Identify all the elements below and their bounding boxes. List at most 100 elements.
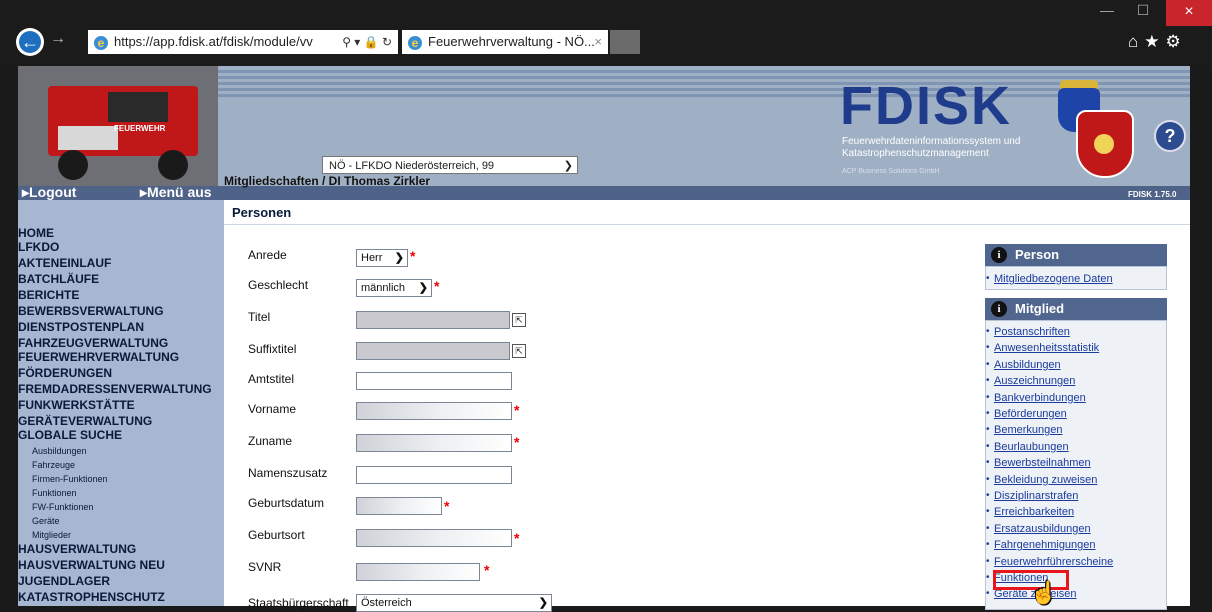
forward-button[interactable]: → [50, 30, 66, 48]
person-panel-title: Person [1015, 247, 1060, 262]
sidebar-item-fahrzeugverwaltung[interactable]: FAHRZEUGVERWALTUNG [18, 336, 168, 350]
sidebar-subitem-ausbildungen[interactable]: Ausbildungen [32, 446, 87, 456]
link-beurlaubungen[interactable]: Beurlaubungen [994, 441, 1069, 453]
geschlecht-select[interactable]: männlich ❯ [356, 279, 432, 297]
logout-button[interactable]: ▸Logout [22, 184, 76, 201]
acp-label: ACP Business Solutions GmbH [842, 168, 940, 175]
window-close-button[interactable]: × [1166, 0, 1212, 26]
link-beförderungen[interactable]: Beförderungen [994, 408, 1067, 420]
subtitle-line2: Katastrophenschutzmanagement [842, 148, 989, 159]
link-mitgliedbezogene-daten[interactable]: Mitgliedbezogene Daten [994, 273, 1113, 285]
new-tab-button[interactable] [610, 30, 640, 54]
menu-toggle-button[interactable]: ▸Menü aus [140, 184, 212, 201]
bullet: • [986, 392, 990, 403]
required-marker: * [514, 530, 520, 546]
bullet: • [986, 490, 990, 501]
page-title: Personen [232, 205, 292, 220]
ie-tab-icon: e [408, 35, 422, 50]
link-auszeichnungen[interactable]: Auszeichnungen [994, 375, 1075, 387]
staatsbuergerschaft-select[interactable]: Österreich ❯ [356, 594, 552, 612]
bullet: • [986, 342, 990, 353]
link-feuerwehrführerscheine[interactable]: Feuerwehrführerscheine [994, 556, 1113, 568]
label-anrede: Anrede [248, 248, 287, 262]
sidebar-item-akteneinlauf[interactable]: AKTENEINLAUF [18, 256, 111, 270]
info-icon: i [991, 247, 1007, 263]
sidebar-subitem-geraete[interactable]: Geräte [32, 516, 60, 526]
sidebar-item-berichte[interactable]: BERICHTE [18, 288, 79, 302]
help-icon[interactable]: ? [1154, 120, 1186, 152]
bullet: • [986, 474, 990, 485]
tab-title: Feuerwehrverwaltung - NÖ... [428, 34, 595, 49]
sidebar-subitem-fahrzeuge[interactable]: Fahrzeuge [32, 460, 75, 470]
sidebar-item-geraeteverwaltung[interactable]: GERÄTEVERWALTUNG [18, 414, 152, 428]
chevron-down-icon: ❯ [563, 160, 573, 172]
sidebar-subitem-funktionen[interactable]: Funktionen [32, 488, 77, 498]
sidebar-item-globale-suche[interactable]: GLOBALE SUCHE [18, 428, 122, 442]
link-bekleidung-zuweisen[interactable]: Bekleidung zuweisen [994, 474, 1097, 486]
vorname-field[interactable] [356, 402, 512, 420]
staatsbuergerschaft-value: Österreich [361, 597, 412, 609]
sidebar-item-hausverwaltung[interactable]: HAUSVERWALTUNG [18, 542, 136, 556]
maximize-button[interactable]: ☐ [1128, 0, 1158, 20]
picker-icon[interactable]: ⇱ [512, 344, 526, 358]
label-staatsbuergerschaft: Staatsbürgerschaft [248, 596, 349, 610]
picker-icon[interactable]: ⇱ [512, 313, 526, 327]
sidebar-subitem-mitglieder[interactable]: Mitglieder [32, 530, 71, 540]
link-bemerkungen[interactable]: Bemerkungen [994, 424, 1063, 436]
sidebar-item-katastrophenschutz[interactable]: KATASTROPHENSCHUTZ [18, 590, 165, 604]
chevron-down-icon: ❯ [394, 252, 404, 264]
minimize-button[interactable]: — [1092, 0, 1122, 20]
required-marker: * [434, 278, 440, 294]
link-postanschriften[interactable]: Postanschriften [994, 326, 1070, 338]
person-panel-header: i Person [985, 244, 1167, 266]
breadcrumb: Mitgliedschaften / DI Thomas Zirkler [224, 174, 431, 188]
link-anwesenheitsstatistik[interactable]: Anwesenheitsstatistik [994, 342, 1099, 354]
svnr-field[interactable] [356, 563, 480, 581]
zuname-field[interactable] [356, 434, 512, 452]
main-title-bar [224, 200, 1190, 225]
bullet: • [986, 273, 990, 284]
sidebar-subitem-fw-funktionen[interactable]: FW-Funktionen [32, 502, 93, 512]
tab-feuerwehrverwaltung[interactable]: e Feuerwehrverwaltung - NÖ... × [402, 30, 608, 54]
sidebar-item-feuerwehrverwaltung[interactable]: FEUERWEHRVERWALTUNG [18, 350, 179, 364]
titel-field[interactable] [356, 311, 510, 329]
browser-toolbar-icons[interactable]: ⌂★⚙ [1128, 32, 1187, 52]
link-erreichbarkeiten[interactable]: Erreichbarkeiten [994, 506, 1074, 518]
geburtsort-field[interactable] [356, 529, 512, 547]
sidebar-item-dienstpostenplan[interactable]: DIENSTPOSTENPLAN [18, 320, 144, 334]
back-arrow-icon[interactable]: ← [16, 28, 44, 56]
link-ersatzausbildungen[interactable]: Ersatzausbildungen [994, 523, 1091, 535]
geburtsdatum-field[interactable] [356, 497, 442, 515]
sidebar-subitem-firmen-funktionen[interactable]: Firmen-Funktionen [32, 474, 108, 484]
anrede-select[interactable]: Herr ❯ [356, 249, 408, 267]
sidebar-item-fremdadressenverwaltung[interactable]: FREMDADRESSENVERWALTUNG [18, 382, 212, 396]
sidebar-item-funkwerkstaette[interactable]: FUNKWERKSTÄTTE [18, 398, 135, 412]
link-fahrgenehmigungen[interactable]: Fahrgenehmigungen [994, 539, 1096, 551]
sidebar-item-jugendlager[interactable]: JUGENDLAGER [18, 574, 110, 588]
bullet: • [986, 539, 990, 550]
sidebar-item-hausverwaltung-neu[interactable]: HAUSVERWALTUNG NEU [18, 558, 165, 572]
version-label: FDISK 1.75.0 [1128, 190, 1177, 199]
label-namenszusatz: Namenszusatz [248, 466, 328, 480]
link-bankverbindungen[interactable]: Bankverbindungen [994, 392, 1086, 404]
sidebar-item-bewerbsverwaltung[interactable]: BEWERBSVERWALTUNG [18, 304, 164, 318]
suffixtitel-field[interactable] [356, 342, 510, 360]
namenszusatz-field[interactable] [356, 466, 512, 484]
organization-select[interactable]: NÖ - LFKDO Niederösterreich, 99 ❯ [322, 156, 578, 174]
bullet: • [986, 457, 990, 468]
bullet: • [986, 375, 990, 386]
chevron-down-icon: ❯ [418, 282, 428, 294]
sidebar-item-lfkdo[interactable]: LFKDO [18, 240, 59, 254]
link-disziplinarstrafen[interactable]: Disziplinarstrafen [994, 490, 1078, 502]
link-bewerbsteilnahmen[interactable]: Bewerbsteilnahmen [994, 457, 1091, 469]
address-bar[interactable]: e https://app.fdisk.at/fdisk/module/vv ⚲ … [88, 30, 398, 54]
bullet: • [986, 424, 990, 435]
crest-emblem [1094, 134, 1114, 154]
sidebar-item-batchlaeufe[interactable]: BATCHLÄUFE [18, 272, 99, 286]
sidebar-item-foerderungen[interactable]: FÖRDERUNGEN [18, 366, 112, 380]
amtstitel-field[interactable] [356, 372, 512, 390]
address-icons[interactable]: ⚲ ▾ 🔒 ↻ [338, 30, 392, 54]
tab-close-icon[interactable]: × [594, 30, 602, 54]
link-ausbildungen[interactable]: Ausbildungen [994, 359, 1061, 371]
sidebar-item-home[interactable]: HOME [18, 226, 54, 240]
